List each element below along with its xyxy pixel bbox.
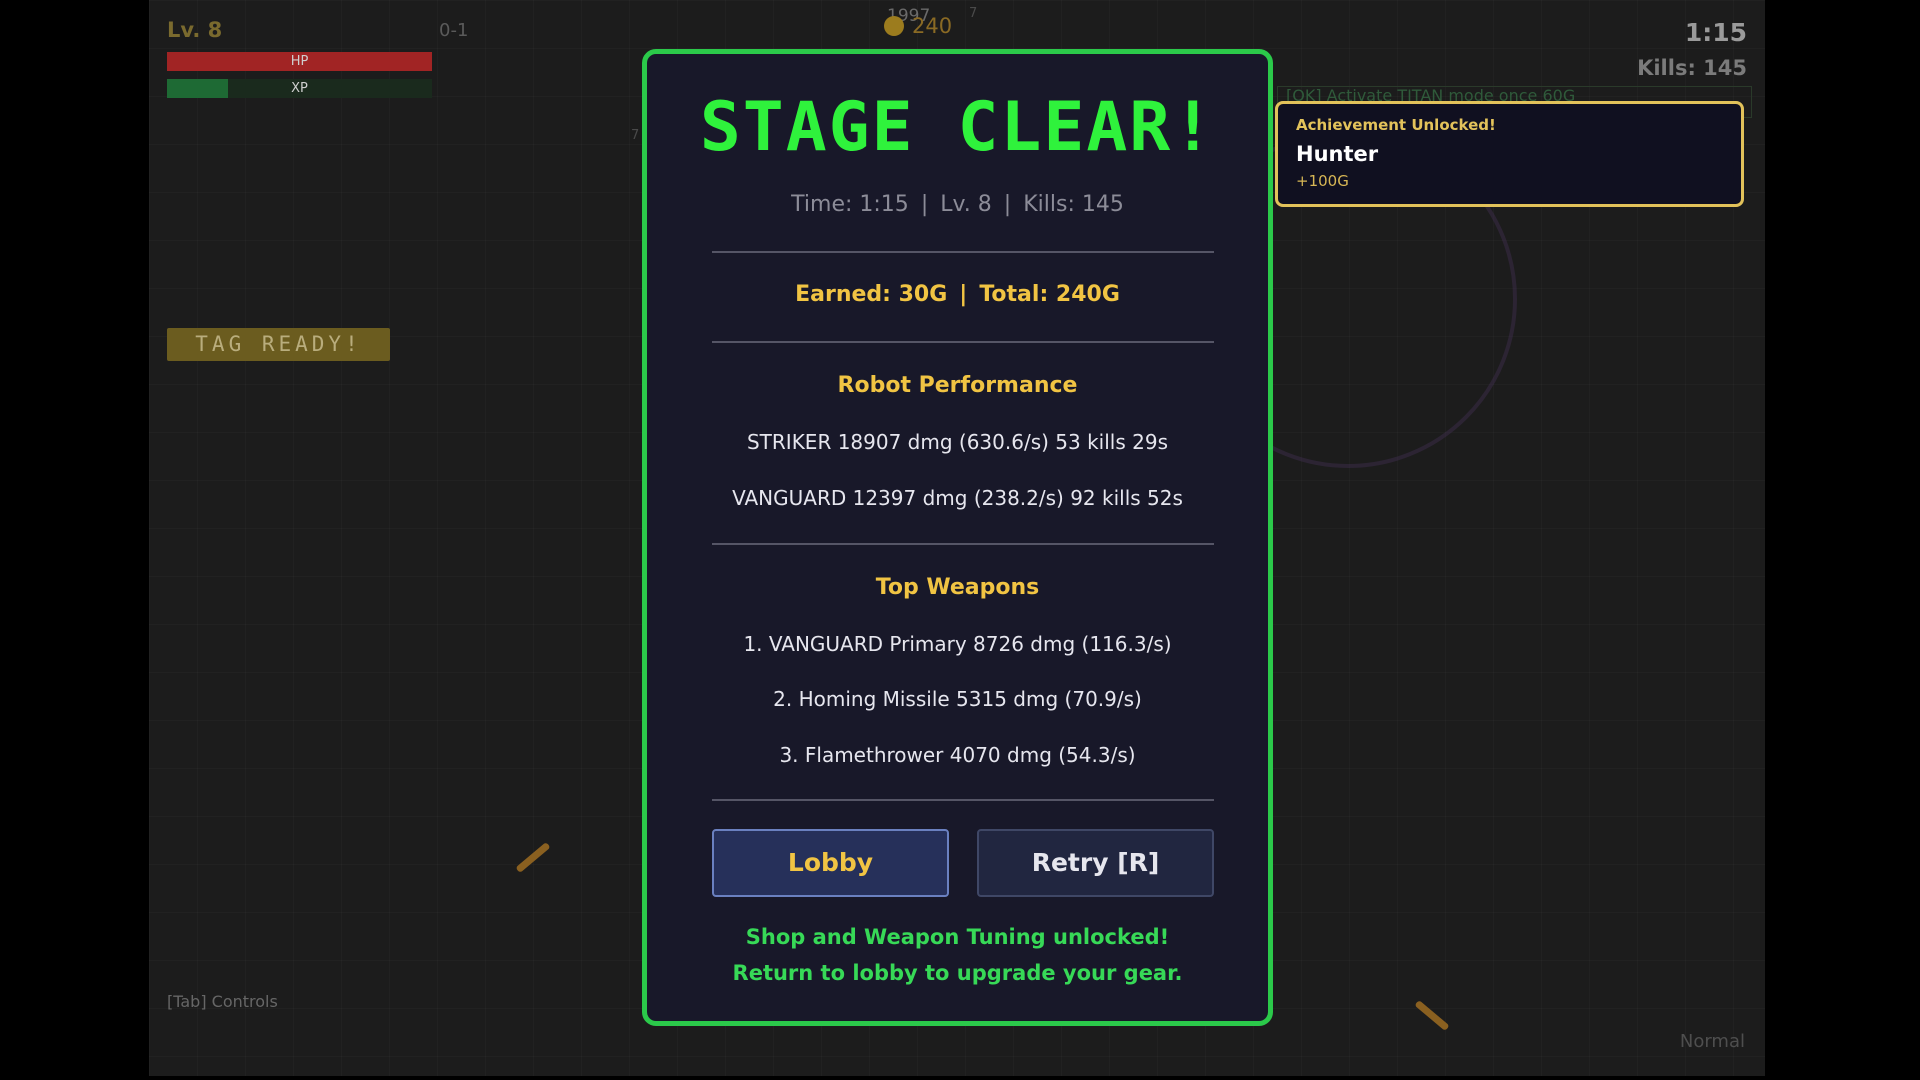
achievement-header: Achievement Unlocked!	[1296, 116, 1496, 134]
xp-bar: XP	[167, 79, 432, 98]
xp-bar-fill	[167, 79, 228, 98]
hp-label: HP	[290, 54, 309, 69]
stage-clear-title: STAGE CLEAR!	[699, 88, 1216, 167]
robot-stat-row: STRIKER 18907 dmg (630.6/s) 53 kills 29s	[746, 430, 1168, 454]
weapon-stat-row: 3. Flamethrower 4070 dmg (54.3/s)	[779, 743, 1136, 767]
separator: |	[1003, 192, 1012, 217]
separator: |	[959, 282, 968, 307]
damage-number: 7	[969, 6, 978, 21]
achievement-reward: +100G	[1296, 172, 1349, 190]
gold-total: Total: 240G	[979, 282, 1120, 307]
robot-stat-row: VANGUARD 12397 dmg (238.2/s) 92 kills 52…	[732, 486, 1183, 510]
lobby-button[interactable]: Lobby	[712, 829, 949, 897]
retry-button[interactable]: Retry [R]	[977, 829, 1214, 897]
run-summary: Time: 1:15 | Lv. 8 | Kills: 145	[647, 192, 1268, 217]
achievement-title: Hunter	[1296, 142, 1379, 166]
unlock-message: Shop and Weapon Tuning unlocked!	[745, 925, 1170, 949]
run-level: Lv. 8	[940, 192, 992, 217]
kill-counter: Kills: 145	[1637, 56, 1747, 80]
gold-counter: 240	[884, 14, 952, 38]
unlock-instruction: Return to lobby to upgrade your gear.	[732, 961, 1183, 985]
hp-bar: HP	[167, 52, 432, 71]
weapon-stat-row: 2. Homing Missile 5315 dmg (70.9/s)	[773, 687, 1142, 711]
gold-value: 240	[912, 14, 953, 38]
controls-hint: [Tab] Controls	[167, 992, 278, 1011]
divider	[712, 341, 1214, 343]
timer: 1:15	[1684, 18, 1747, 47]
gold-earned: Earned: 30G	[795, 282, 948, 307]
robot-performance-heading: Robot Performance	[837, 373, 1078, 398]
damage-number: 7	[631, 128, 640, 143]
gold-summary: Earned: 30G | Total: 240G	[647, 282, 1268, 307]
enemy-projectile	[1414, 999, 1450, 1032]
enemy-projectile	[515, 841, 551, 874]
player-level: Lv. 8	[167, 18, 223, 42]
xp-label: XP	[291, 81, 308, 96]
run-kills: Kills: 145	[1023, 192, 1124, 217]
divider	[712, 799, 1214, 801]
achievement-toast: Achievement Unlocked! Hunter +100G	[1275, 101, 1744, 207]
difficulty-label: Normal	[1679, 1031, 1745, 1052]
weapon-stat-row: 1. VANGUARD Primary 8726 dmg (116.3/s)	[743, 632, 1172, 656]
run-time: Time: 1:15	[791, 192, 909, 217]
top-weapons-heading: Top Weapons	[875, 575, 1040, 600]
divider	[712, 543, 1214, 545]
stage-indicator: 0-1	[439, 20, 469, 41]
tag-ready-indicator: TAG READY!	[167, 328, 390, 361]
coin-icon	[884, 16, 904, 36]
separator: |	[920, 192, 929, 217]
stage-clear-modal: STAGE CLEAR! Time: 1:15 | Lv. 8 | Kills: 145…	[642, 49, 1273, 1026]
divider	[712, 251, 1214, 253]
